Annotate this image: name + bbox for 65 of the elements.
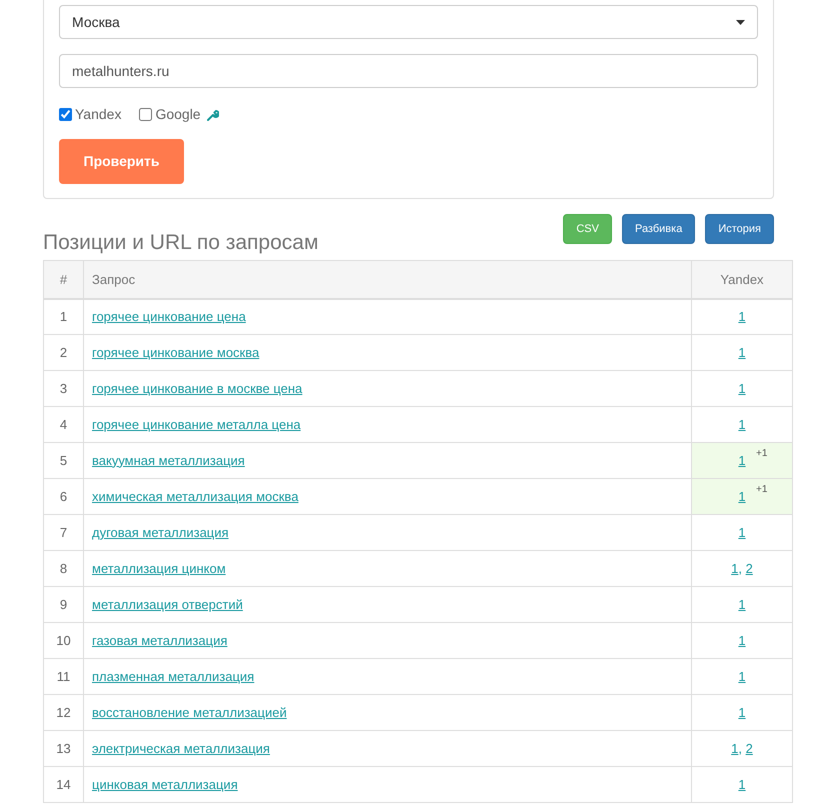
query-link[interactable]: горячее цинкование в москве цена — [92, 380, 302, 396]
query-link[interactable]: металлизация цинком — [92, 560, 226, 576]
engine-label: Google — [155, 105, 201, 124]
query-link[interactable]: горячее цинкование москва — [92, 344, 260, 360]
row-number: 8 — [44, 550, 84, 586]
query-link[interactable]: дуговая металлизация — [92, 524, 229, 540]
position-link[interactable]: 1 — [731, 740, 738, 756]
column-header: # — [44, 260, 84, 298]
engine-label: Yandex — [75, 105, 122, 124]
row-number: 13 — [44, 730, 84, 766]
column-header: Yandex — [692, 260, 792, 298]
action-button[interactable]: Разбивка — [622, 214, 696, 244]
row-number: 6 — [44, 478, 84, 514]
query-link[interactable]: горячее цинкование металла цена — [92, 416, 301, 432]
query-link[interactable]: цинковая металлизация — [92, 776, 238, 792]
position-link[interactable]: 1 — [738, 488, 746, 504]
separator: , — [738, 740, 743, 756]
engine-checkbox[interactable] — [59, 108, 72, 121]
position-link[interactable]: 1 — [738, 668, 746, 684]
row-number: 5 — [44, 442, 84, 478]
query-link[interactable]: химическая металлизация москва — [92, 488, 298, 504]
row-number: 1 — [44, 298, 84, 334]
change-label: +1 — [756, 483, 768, 497]
query-link[interactable]: газовая металлизация — [92, 632, 228, 648]
position-link[interactable]: 1 — [738, 380, 746, 396]
section-title: Позиции и URL по запросам — [43, 230, 318, 256]
site-input[interactable]: metalhunters.ru — [59, 54, 758, 88]
region-select[interactable]: Москва — [59, 5, 758, 39]
position-link[interactable]: 1 — [738, 452, 746, 468]
position-link[interactable]: 2 — [746, 740, 753, 756]
query-link[interactable]: плазменная металлизация — [92, 668, 254, 684]
query-link[interactable]: электрическая металлизация — [92, 740, 270, 756]
position-link[interactable]: 2 — [746, 560, 753, 576]
row-number: 2 — [44, 334, 84, 370]
position-link[interactable]: 1 — [738, 776, 746, 792]
action-button[interactable]: История — [705, 214, 774, 244]
position-link[interactable]: 1 — [738, 704, 746, 720]
position-link[interactable]: 1 — [738, 524, 746, 540]
action-button[interactable]: CSV — [563, 214, 612, 244]
change-label: +1 — [756, 447, 768, 461]
position-link[interactable]: 1 — [738, 344, 746, 360]
position-link[interactable]: 1 — [738, 596, 746, 612]
row-number: 4 — [44, 406, 84, 442]
query-link[interactable]: горячее цинкование цена — [92, 309, 246, 324]
position-link[interactable]: 1 — [738, 632, 746, 648]
engine-checkbox[interactable] — [139, 108, 152, 121]
select-value: Москва — [72, 12, 120, 32]
column-header: Запрос — [84, 260, 692, 298]
row-number: 9 — [44, 586, 84, 622]
query-link[interactable]: восстановление металлизацией — [92, 704, 287, 720]
row-number: 3 — [44, 370, 84, 406]
row-number: 12 — [44, 694, 84, 730]
row-number: 11 — [44, 658, 84, 694]
position-link[interactable]: 1 — [738, 309, 746, 324]
wrench-icon[interactable] — [206, 108, 219, 120]
row-number: 14 — [44, 766, 84, 802]
caret-icon — [736, 20, 745, 24]
position-link[interactable]: 1 — [731, 560, 738, 576]
row-number: 10 — [44, 622, 84, 658]
check-button[interactable]: Проверить — [59, 139, 184, 184]
separator: , — [738, 560, 743, 576]
row-number: 7 — [44, 514, 84, 550]
query-link[interactable]: металлизация отверстий — [92, 596, 243, 612]
position-link[interactable]: 1 — [738, 416, 746, 432]
query-link[interactable]: вакуумная металлизация — [92, 452, 245, 468]
